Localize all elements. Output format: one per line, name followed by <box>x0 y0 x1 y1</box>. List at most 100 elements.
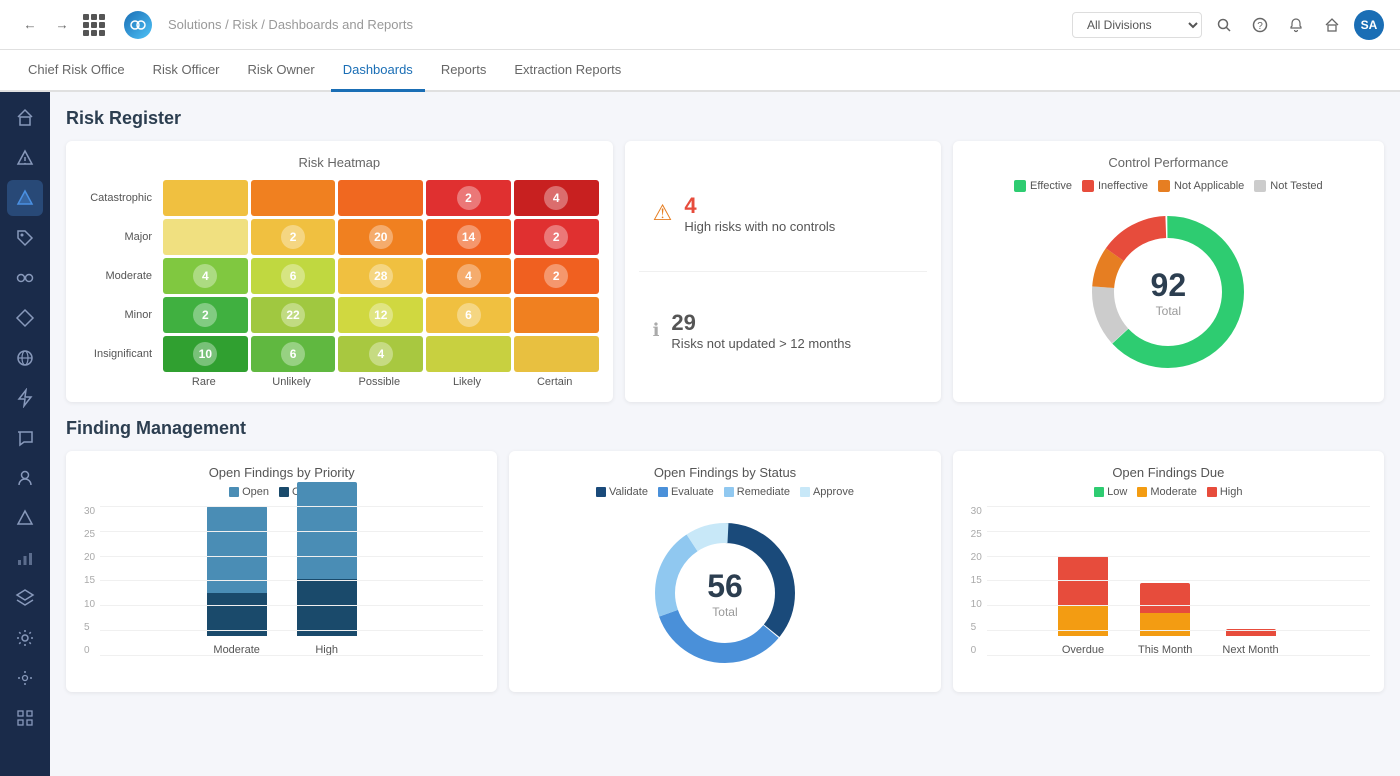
notifications-button[interactable] <box>1282 11 1310 39</box>
grid-button[interactable] <box>80 11 108 39</box>
due-this-month-label: This Month <box>1138 644 1192 656</box>
sidebar-icon-message[interactable] <box>7 420 43 456</box>
bell-icon <box>1288 17 1304 33</box>
heatmap-row-label: Moderate <box>80 258 160 294</box>
alert-item-1: ⚠ 4 High risks with no controls <box>639 155 927 272</box>
heatmap-x-label: Unlikely <box>248 376 336 388</box>
top-bar-actions: All Divisions ? SA <box>1072 10 1384 40</box>
nav-dashboards[interactable]: Dashboards <box>331 50 425 92</box>
due-bar-next-month: Next Month <box>1222 629 1278 656</box>
finding-management-cards: Open Findings by Priority Open Overdue 3… <box>66 451 1384 692</box>
heatmap-cell[interactable]: 6 <box>251 336 336 372</box>
sidebar-icon-diamond[interactable] <box>7 300 43 336</box>
due-overdue-label: Overdue <box>1062 644 1104 656</box>
sidebar-icon-globe[interactable] <box>7 340 43 376</box>
heatmap-cell[interactable]: 28 <box>338 258 423 294</box>
heatmap-cell[interactable]: 2 <box>514 219 599 255</box>
nav-extraction-reports[interactable]: Extraction Reports <box>502 50 633 92</box>
due-legend-high: High <box>1207 486 1243 498</box>
sidebar-icon-gear2[interactable] <box>7 660 43 696</box>
heatmap-cell[interactable]: 4 <box>338 336 423 372</box>
status-approve-dot <box>800 487 810 497</box>
breadcrumb: Solutions / Risk / Dashboards and Report… <box>168 17 1064 32</box>
heatmap-cell[interactable] <box>426 336 511 372</box>
heatmap-cell[interactable]: 2 <box>251 219 336 255</box>
heatmap-cell[interactable]: 4 <box>163 258 248 294</box>
heatmap-cell[interactable]: 12 <box>338 297 423 333</box>
due-overdue-col <box>1058 556 1108 636</box>
priority-bars: Moderate High <box>80 506 483 656</box>
priority-bar-moderate: Moderate <box>207 506 267 656</box>
back-button[interactable]: ← <box>16 11 44 39</box>
sidebar-icon-triangle[interactable] <box>7 180 43 216</box>
heatmap-cell[interactable] <box>251 180 336 216</box>
heatmap-cell[interactable]: 22 <box>251 297 336 333</box>
heatmap-cell[interactable]: 2 <box>426 180 511 216</box>
forward-button[interactable]: → <box>48 11 76 39</box>
sidebar-icon-user[interactable] <box>7 460 43 496</box>
priority-open-dot <box>229 487 239 497</box>
heatmap-x-label: Rare <box>160 376 248 388</box>
sidebar-icon-link[interactable] <box>7 260 43 296</box>
heatmap-grid: Catastrophic24Major220142Moderate462842M… <box>80 180 599 372</box>
heatmap-cell[interactable] <box>163 219 248 255</box>
heatmap-cell[interactable] <box>514 297 599 333</box>
search-button[interactable] <box>1210 11 1238 39</box>
home-button[interactable] <box>1318 11 1346 39</box>
home-icon <box>1324 17 1340 33</box>
status-validate-dot <box>596 487 606 497</box>
heatmap-row-label: Catastrophic <box>80 180 160 216</box>
sidebar-icon-alert[interactable] <box>7 140 43 176</box>
heatmap-cell[interactable]: 4 <box>426 258 511 294</box>
priority-chart: 30 25 20 15 10 5 0 <box>80 506 483 656</box>
sidebar-icon-warning[interactable] <box>7 500 43 536</box>
due-low-dot <box>1094 487 1104 497</box>
due-bar-overdue: Overdue <box>1058 556 1108 656</box>
nav-chief-risk-office[interactable]: Chief Risk Office <box>16 50 137 92</box>
sidebar-icon-bar[interactable] <box>7 540 43 576</box>
alert-1-content: 4 High risks with no controls <box>684 193 835 234</box>
heatmap-cell[interactable] <box>163 180 248 216</box>
heatmap-cell[interactable]: 4 <box>514 180 599 216</box>
avatar[interactable]: SA <box>1354 10 1384 40</box>
priority-moderate-overdue-bar <box>207 593 267 636</box>
heatmap-cell[interactable]: 2 <box>514 258 599 294</box>
status-total-label: Total <box>707 605 743 619</box>
help-button[interactable]: ? <box>1246 11 1274 39</box>
due-chart-title: Open Findings Due <box>967 465 1370 480</box>
sidebar-icon-zap[interactable] <box>7 380 43 416</box>
nav-reports[interactable]: Reports <box>429 50 499 92</box>
heatmap-cell[interactable]: 10 <box>163 336 248 372</box>
division-select[interactable]: All Divisions <box>1072 12 1202 38</box>
logo-icon <box>130 17 146 33</box>
control-total-label: Total <box>1151 304 1187 318</box>
due-y-axis: 30 25 20 15 10 5 0 <box>971 506 982 656</box>
due-bar-this-month: This Month <box>1138 583 1192 656</box>
priority-high-overdue-bar <box>297 579 357 636</box>
heatmap-cell[interactable]: 6 <box>426 297 511 333</box>
heatmap-x-labels: RareUnlikelyPossibleLikelyCertain <box>80 376 599 388</box>
status-legend-evaluate: Evaluate <box>658 486 714 498</box>
sidebar-icon-home[interactable] <box>7 100 43 136</box>
heatmap-cell[interactable]: 6 <box>251 258 336 294</box>
top-bar: ← → Solutions / Risk / Dashboards and Re… <box>0 0 1400 50</box>
due-moderate-dot <box>1137 487 1147 497</box>
sidebar-icon-apps[interactable] <box>7 700 43 736</box>
status-donut-container: 56 Total <box>523 508 926 678</box>
priority-high-col <box>297 482 357 636</box>
nav-risk-owner[interactable]: Risk Owner <box>236 50 327 92</box>
secondary-nav: Chief Risk Office Risk Officer Risk Owne… <box>0 50 1400 92</box>
legend-not-tested: Not Tested <box>1254 180 1322 192</box>
priority-moderate-label: Moderate <box>213 644 259 656</box>
sidebar-icon-gear1[interactable] <box>7 620 43 656</box>
sidebar-icon-tag[interactable] <box>7 220 43 256</box>
heatmap-cell[interactable]: 2 <box>163 297 248 333</box>
nav-risk-officer[interactable]: Risk Officer <box>141 50 232 92</box>
sidebar-icon-layers[interactable] <box>7 580 43 616</box>
heatmap-cell[interactable]: 20 <box>338 219 423 255</box>
breadcrumb-text: Solutions / Risk / Dashboards and Report… <box>168 17 413 32</box>
heatmap-cell[interactable]: 14 <box>426 219 511 255</box>
heatmap-cell[interactable] <box>338 180 423 216</box>
heatmap-x-label: Certain <box>511 376 599 388</box>
heatmap-cell[interactable] <box>514 336 599 372</box>
